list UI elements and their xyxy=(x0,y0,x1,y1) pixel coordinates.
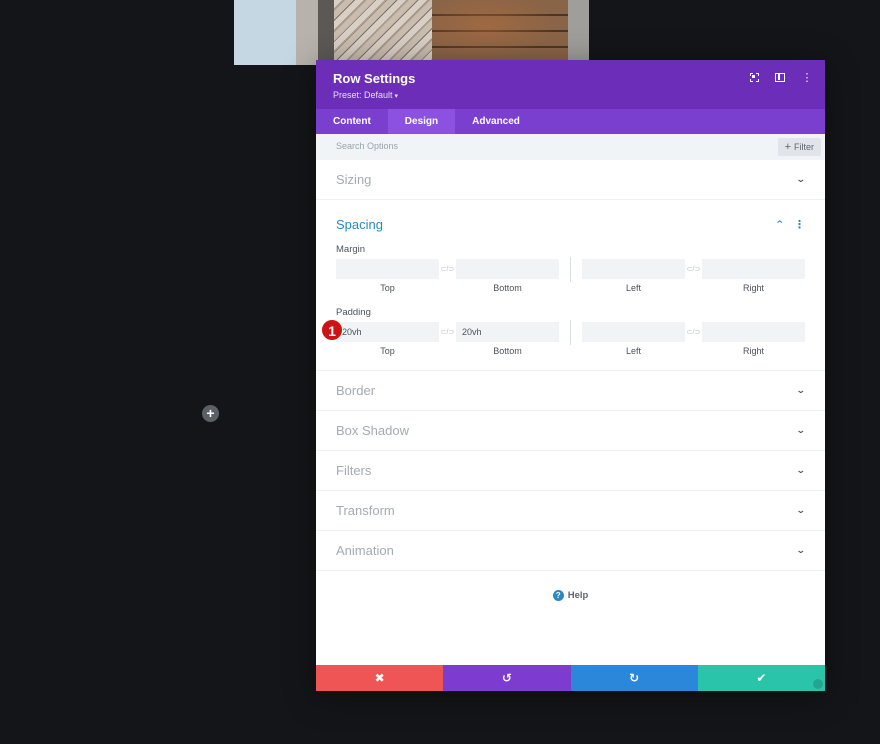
search-bar: +Filter xyxy=(316,134,825,160)
padding-label: Padding xyxy=(336,307,371,318)
margin-top-input[interactable] xyxy=(336,259,439,279)
margin-left-label: Left xyxy=(625,283,641,293)
modal-footer: ✖ ↺ ↻ ✔ xyxy=(316,665,825,691)
modal-header: Row Settings Preset: Default ▾ ⋮ xyxy=(316,60,825,109)
chevron-down-icon: ⌄ xyxy=(796,425,807,435)
padding-group: Padding 1 ⊂/⊃ ⊂/⊃ Top Bottom Left Right xyxy=(316,307,825,356)
background-image xyxy=(234,0,589,65)
margin-right-label: Right xyxy=(742,283,764,293)
split-view-icon[interactable] xyxy=(775,73,785,82)
section-title: Transform xyxy=(336,503,395,518)
expand-icon[interactable] xyxy=(750,73,759,82)
step-number-badge: 1 xyxy=(321,319,343,341)
help-icon: ? xyxy=(552,590,564,601)
divider xyxy=(570,256,571,282)
link-icon[interactable]: ⊂/⊃ xyxy=(685,265,702,273)
resize-handle[interactable] xyxy=(813,679,823,689)
chevron-down-icon: ⌄ xyxy=(796,545,807,555)
divider xyxy=(570,319,571,345)
add-row-button[interactable]: + xyxy=(202,405,219,422)
section-border-toggle[interactable]: Border ⌄ xyxy=(316,371,825,410)
close-icon: ✖ xyxy=(374,671,385,685)
padding-top-label: Top xyxy=(380,346,395,356)
section-box-shadow-toggle[interactable]: Box Shadow ⌄ xyxy=(316,411,825,450)
chevron-down-icon: ⌄ xyxy=(796,505,807,515)
chevron-down-icon: ⌄ xyxy=(796,385,807,395)
preset-dropdown[interactable]: Preset: Default ▾ xyxy=(333,90,808,100)
redo-icon: ↻ xyxy=(629,671,640,685)
save-button[interactable]: ✔ xyxy=(697,665,825,691)
preset-label: Preset: Default xyxy=(333,90,393,100)
section-sizing-toggle[interactable]: Sizing ⌄ xyxy=(316,160,825,199)
section-box-shadow: Box Shadow ⌄ xyxy=(316,411,825,451)
section-title: Spacing xyxy=(336,217,383,232)
redo-button[interactable]: ↻ xyxy=(570,665,698,691)
section-spacing-toggle[interactable]: Spacing ⌃ ⋮ xyxy=(316,200,825,244)
margin-label: Margin xyxy=(336,244,366,255)
margin-bottom-input[interactable] xyxy=(456,259,559,279)
padding-right-label: Right xyxy=(742,346,764,356)
row-settings-modal: Row Settings Preset: Default ▾ ⋮ Content … xyxy=(316,60,825,691)
tab-design[interactable]: Design xyxy=(387,109,456,134)
filter-button[interactable]: + Filter xyxy=(777,138,821,156)
section-transform-toggle[interactable]: Transform ⌄ xyxy=(316,491,825,530)
tab-bar: Content Design Advanced xyxy=(316,109,825,134)
section-title: Box Shadow xyxy=(336,423,409,438)
link-icon[interactable]: ⊂/⊃ xyxy=(685,328,702,336)
more-options-icon[interactable]: ⋮ xyxy=(801,71,813,84)
undo-icon: ↺ xyxy=(501,671,512,685)
padding-right-input[interactable] xyxy=(702,322,805,342)
chevron-up-icon[interactable]: ⌃ xyxy=(775,219,785,230)
plus-icon: + xyxy=(206,405,215,421)
margin-top-label: Top xyxy=(380,283,395,293)
padding-top-input[interactable] xyxy=(336,322,439,342)
cancel-button[interactable]: ✖ xyxy=(316,665,444,691)
padding-bottom-input[interactable] xyxy=(456,322,559,342)
margin-group: Margin ⊂/⊃ ⊂/⊃ Top Bottom Left Right xyxy=(316,244,825,293)
plus-icon: + xyxy=(784,141,791,153)
tab-content[interactable]: Content xyxy=(316,109,388,134)
section-title: Border xyxy=(336,383,376,398)
help-link[interactable]: ? Help xyxy=(316,571,825,601)
section-title: Filters xyxy=(336,463,372,478)
section-filters-toggle[interactable]: Filters ⌄ xyxy=(316,451,825,490)
margin-right-input[interactable] xyxy=(702,259,805,279)
chevron-down-icon: ⌄ xyxy=(796,465,807,475)
link-icon[interactable]: ⊂/⊃ xyxy=(439,328,456,336)
chevron-down-icon: ⌄ xyxy=(796,174,807,184)
margin-bottom-label: Bottom xyxy=(493,283,522,293)
filter-label: Filter xyxy=(794,142,814,152)
undo-button[interactable]: ↺ xyxy=(443,665,571,691)
link-icon[interactable]: ⊂/⊃ xyxy=(439,265,456,273)
check-icon: ✔ xyxy=(756,671,767,685)
padding-left-input[interactable] xyxy=(582,322,685,342)
section-transform: Transform ⌄ xyxy=(316,491,825,531)
padding-bottom-label: Bottom xyxy=(493,346,522,356)
section-border: Border ⌄ xyxy=(316,371,825,411)
search-options-input[interactable] xyxy=(336,141,636,151)
section-title: Animation xyxy=(336,543,394,558)
padding-left-label: Left xyxy=(625,346,641,356)
more-options-icon[interactable]: ⋮ xyxy=(794,218,805,231)
section-title: Sizing xyxy=(336,172,372,187)
section-animation: Animation ⌄ xyxy=(316,531,825,571)
tab-advanced[interactable]: Advanced xyxy=(455,109,537,134)
caret-down-icon: ▾ xyxy=(394,93,399,100)
modal-title: Row Settings xyxy=(333,71,416,86)
section-filters: Filters ⌄ xyxy=(316,451,825,491)
section-sizing: Sizing ⌄ xyxy=(316,160,825,200)
help-label: Help xyxy=(567,590,589,601)
section-animation-toggle[interactable]: Animation ⌄ xyxy=(316,531,825,570)
section-spacing: Spacing ⌃ ⋮ Margin ⊂/⊃ ⊂/⊃ Top Bottom Le… xyxy=(316,200,825,371)
margin-left-input[interactable] xyxy=(582,259,685,279)
